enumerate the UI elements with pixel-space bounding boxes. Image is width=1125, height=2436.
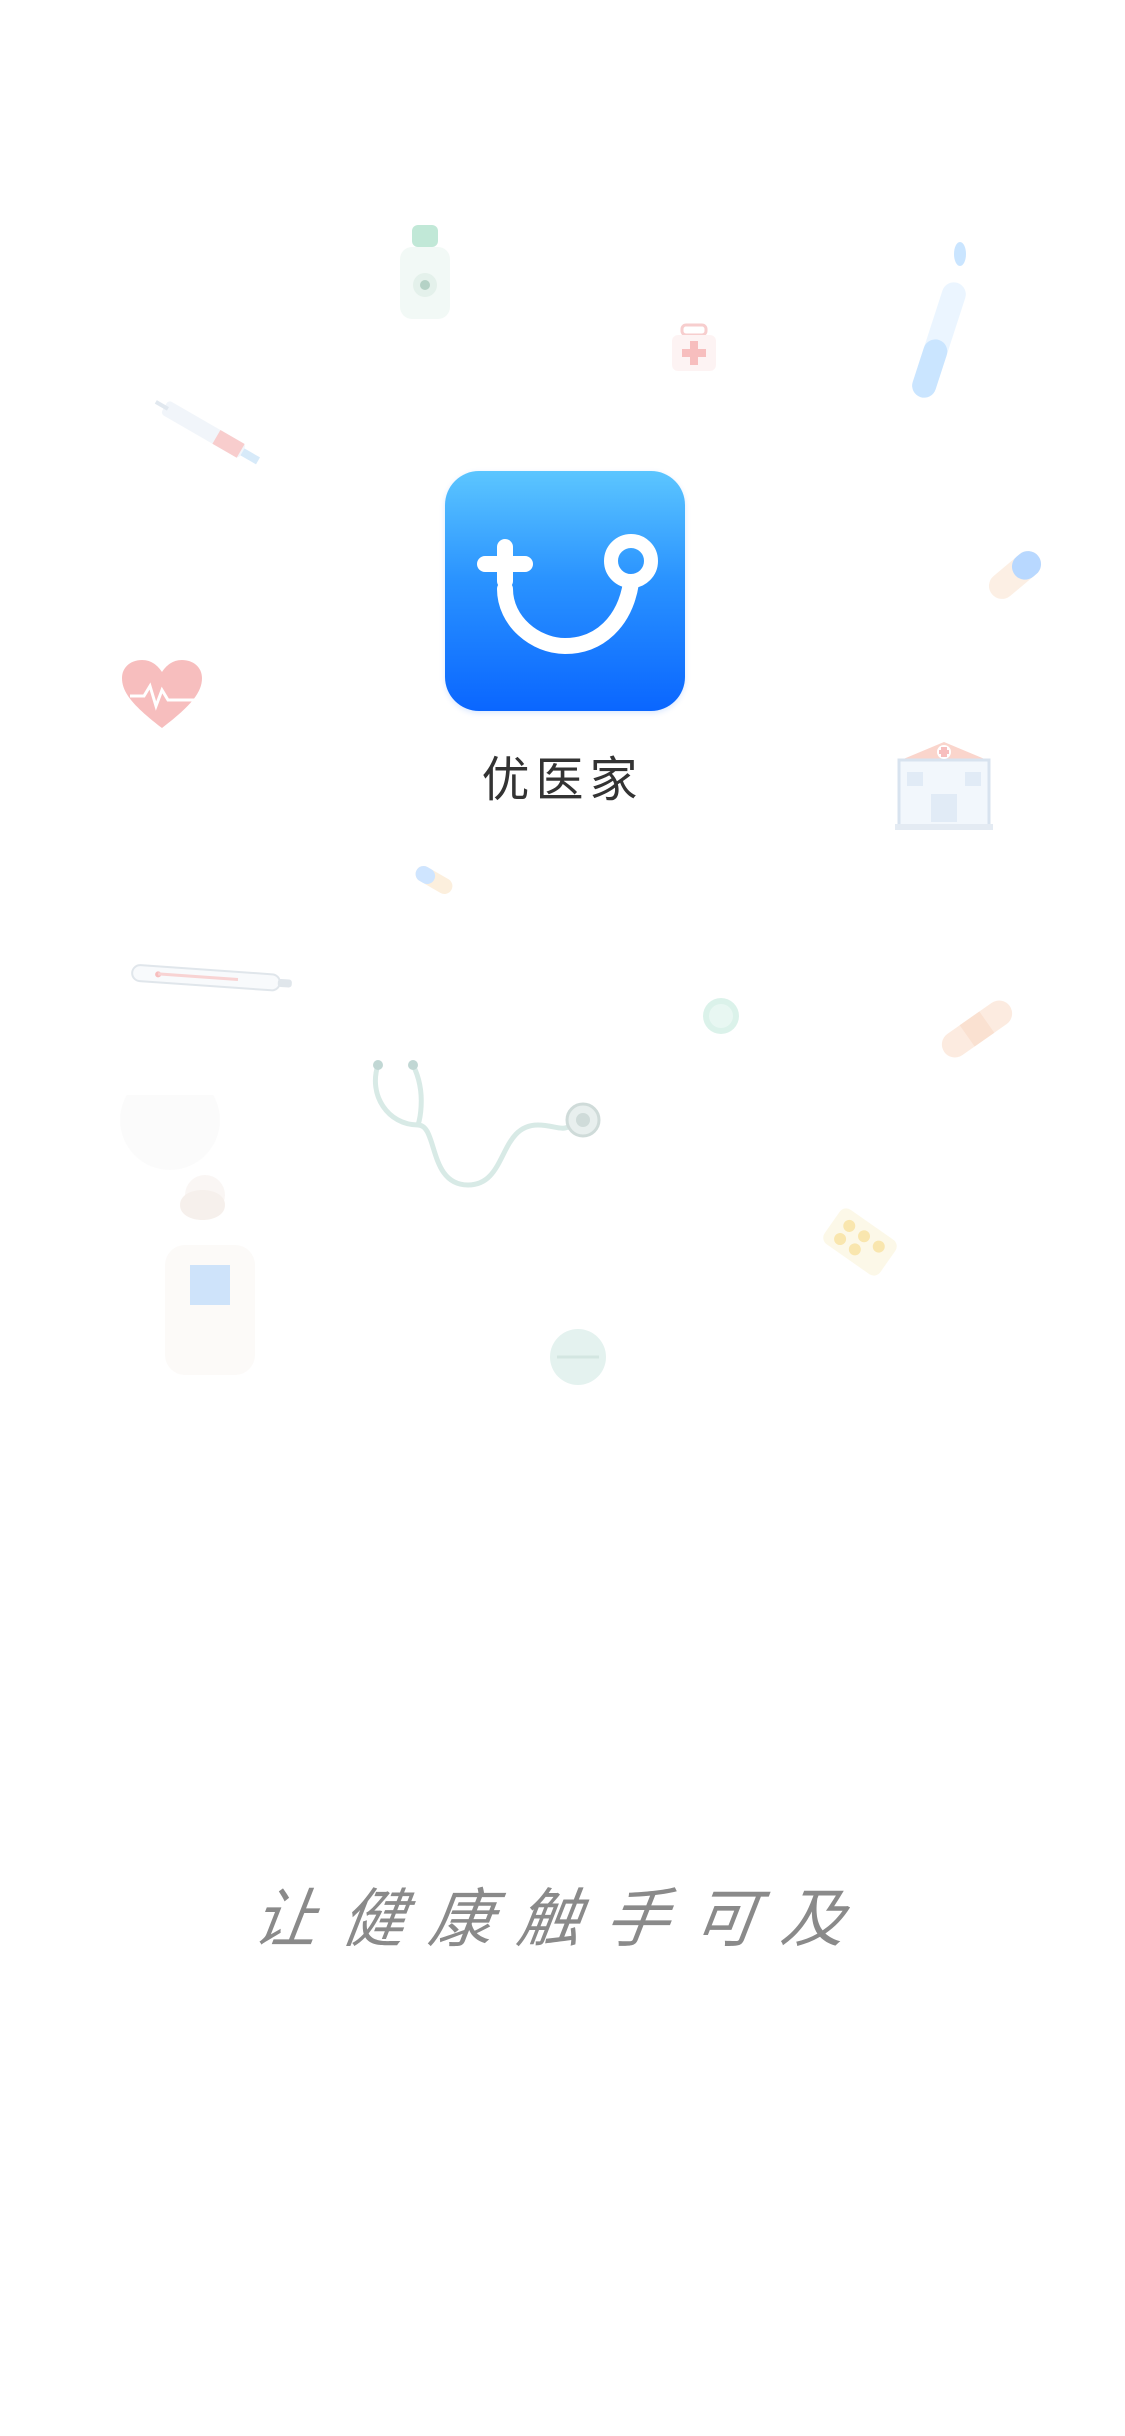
doctor-illustration: [120, 1095, 255, 1375]
round-tablet-icon: [550, 1329, 606, 1385]
slogan: 让健康触手可及: [248, 1883, 875, 1957]
pill-blister-icon: [823, 1208, 897, 1276]
heartbeat-icon: [122, 660, 202, 728]
capsule-icon: [988, 551, 1042, 599]
stethoscope-icon: [372, 1060, 601, 1188]
test-tube-icon: [912, 242, 966, 398]
app-name: 优医家: [481, 752, 644, 808]
thermometer-icon: [131, 964, 292, 992]
stethoscope-smile-icon: [477, 534, 658, 655]
app-logo: [445, 471, 685, 711]
green-tablet-icon: [703, 998, 739, 1034]
medicine-bottle-icon: [400, 225, 450, 319]
bandage-icon: [941, 1000, 1013, 1058]
small-pill-icon: [415, 866, 453, 894]
syringe-icon: [154, 400, 260, 465]
first-aid-kit-icon: [672, 323, 716, 371]
